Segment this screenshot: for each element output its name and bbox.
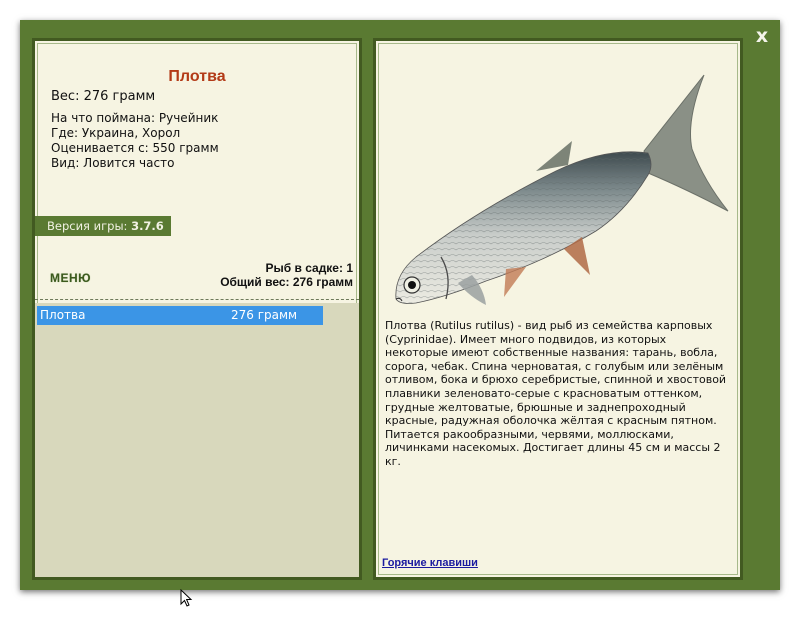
- fish-info-window: x Плотва Вес: 276 грамм На что поймана: …: [20, 20, 780, 590]
- catch-details: На что поймана: Ручейник Где: Украина, Х…: [51, 111, 219, 171]
- fish-description: Плотва (Rutilus rutilus) - вид рыб из се…: [385, 319, 727, 468]
- version-label: Версия игры:: [47, 219, 128, 233]
- menu-button[interactable]: МЕНЮ: [50, 271, 91, 285]
- fish-count: Рыб в садке: 1: [265, 261, 353, 275]
- game-version: Версия игры: 3.7.6: [35, 216, 171, 236]
- total-weight: Общий вес: 276 грамм: [220, 275, 353, 289]
- list-item-name: Плотва: [40, 308, 86, 322]
- catch-list[interactable]: Плотва 276 грамм: [35, 303, 359, 577]
- roach-fish-image: [395, 74, 729, 305]
- list-item[interactable]: Плотва 276 грамм: [37, 306, 323, 325]
- location-info: Где: Украина, Хорол: [51, 126, 181, 140]
- catch-info-panel: Плотва Вес: 276 грамм На что поймана: Ру…: [32, 38, 362, 580]
- hotkeys-link[interactable]: Горячие клавиши: [382, 557, 478, 569]
- bait-info: На что поймана: Ручейник: [51, 111, 219, 125]
- divider: [35, 299, 359, 300]
- mouse-cursor-icon: [180, 589, 193, 607]
- valued-from-info: Оценивается с: 550 грамм: [51, 141, 219, 155]
- version-value: 3.7.6: [131, 219, 164, 233]
- fish-weight: Вес: 276 грамм: [51, 89, 156, 104]
- fish-description-panel: Плотва (Rutilus rutilus) - вид рыб из се…: [373, 38, 743, 580]
- fish-title: Плотва: [168, 68, 226, 85]
- keepnet-stats: Рыб в садке: 1 Общий вес: 276 грамм: [220, 261, 353, 289]
- frequency-info: Вид: Ловится часто: [51, 156, 175, 170]
- list-item-weight: 276 грамм: [231, 308, 298, 322]
- close-icon[interactable]: x: [752, 26, 772, 46]
